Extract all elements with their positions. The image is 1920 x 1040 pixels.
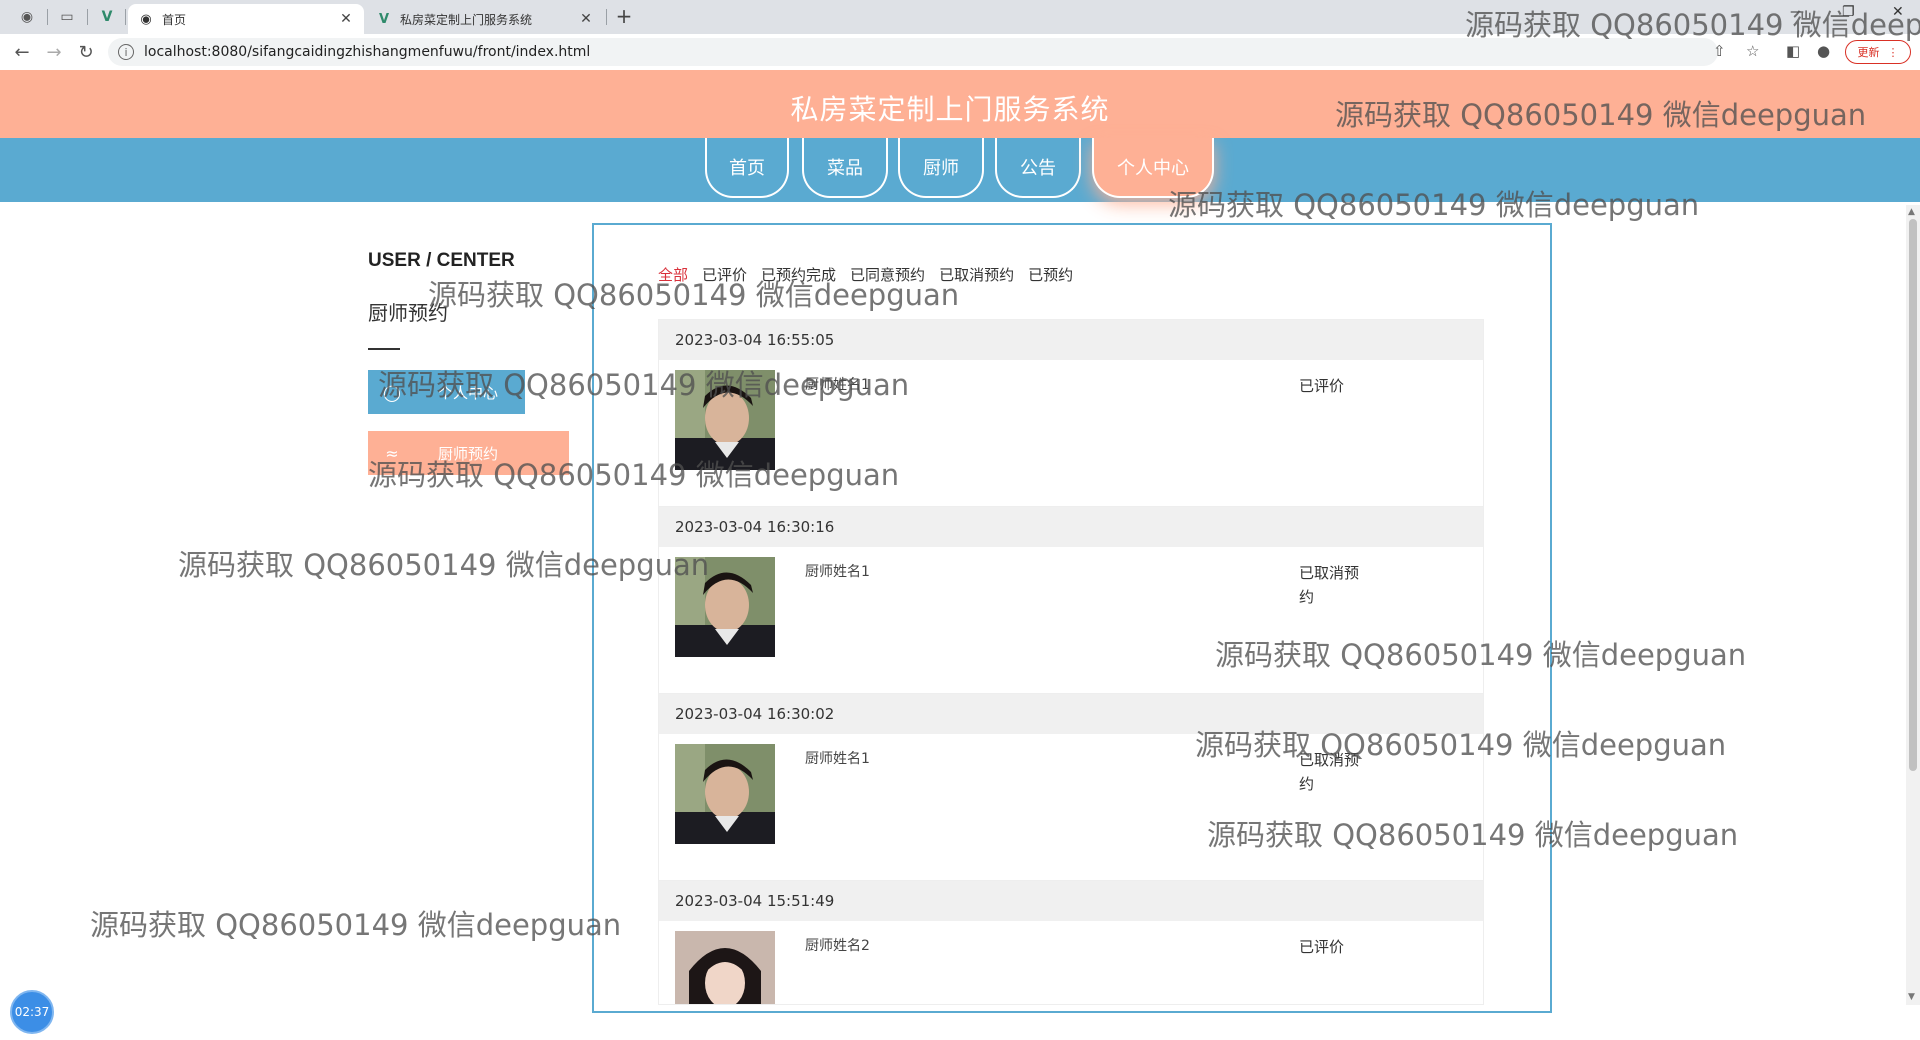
booking-time: 2023-03-04 15:51:49 [659, 881, 1483, 921]
scrollbar-thumb[interactable] [1909, 219, 1917, 771]
tab-system[interactable]: V 私房菜定制上门服务系统 ✕ [366, 4, 604, 34]
pinned-tab-icon[interactable]: ◉ [16, 6, 38, 28]
status-badge: 已取消预约 [1299, 564, 1360, 606]
booking-card[interactable]: 2023-03-04 15:51:49 厨师姓名2 已评价 [658, 880, 1484, 1005]
watermark-text: 源码获取 QQ86050149 微信deepguan [378, 368, 910, 402]
chef-photo [675, 931, 775, 1004]
chef-photo [675, 744, 775, 844]
status-badge: 已评价 [1299, 938, 1345, 956]
url-text[interactable]: localhost:8080/sifangcaidingzhishangmenf… [144, 44, 590, 60]
globe-icon: ◉ [140, 11, 152, 27]
recording-timer: 02:37 [10, 990, 54, 1034]
bookmark-star-icon[interactable]: ☆ [1746, 42, 1759, 60]
watermark-text: 源码获取 QQ86050149 微信deepguan [1195, 728, 1727, 762]
watermark-text: 源码获取 QQ86050149 微信deepguan [1168, 188, 1700, 222]
watermark-text: 源码获取 QQ86050149 微信deepguan [1215, 638, 1747, 672]
tab-title: 首页 [162, 12, 187, 27]
share-icon[interactable]: ⇧ [1713, 42, 1726, 60]
watermark-text: 源码获取 QQ86050149 微信deepguan [428, 278, 960, 312]
forward-icon[interactable]: → [42, 40, 66, 64]
nav-home[interactable]: 首页 [705, 138, 789, 198]
nav-chefs[interactable]: 厨师 [898, 138, 984, 198]
vue-logo-icon[interactable]: V [96, 6, 118, 28]
new-tab-button[interactable]: + [612, 6, 636, 28]
tab-title: 私房菜定制上门服务系统 [400, 12, 533, 27]
close-icon[interactable]: ✕ [338, 11, 354, 27]
chef-name: 厨师姓名1 [805, 564, 870, 580]
more-menu-icon: ⋮ [1887, 45, 1899, 59]
scroll-up-icon[interactable]: ▲ [1908, 207, 1915, 217]
watermark-text: 源码获取 QQ86050149 微信deepguan [1465, 8, 1920, 42]
divider [368, 348, 400, 350]
info-icon[interactable]: i [118, 44, 134, 60]
nav-dishes[interactable]: 菜品 [802, 138, 888, 198]
watermark-text: 源码获取 QQ86050149 微信deepguan [178, 548, 710, 582]
watermark-text: 源码获取 QQ86050149 微信deepguan [1335, 98, 1867, 132]
tab-separator [125, 9, 126, 25]
booking-time: 2023-03-04 16:55:05 [659, 320, 1483, 360]
reload-icon[interactable]: ↻ [74, 40, 98, 64]
scroll-down-icon[interactable]: ▼ [1908, 992, 1915, 1002]
user-center-heading: USER / CENTER [368, 250, 515, 271]
status-badge: 已评价 [1299, 377, 1345, 395]
watermark-text: 源码获取 QQ86050149 微信deepguan [368, 458, 900, 492]
tab-separator [87, 9, 88, 25]
page-scrollbar[interactable]: ▲ ▼ [1906, 205, 1920, 1005]
back-icon[interactable]: ← [10, 40, 34, 64]
nav-notices[interactable]: 公告 [995, 138, 1081, 198]
tab-separator [606, 9, 607, 25]
watermark-text: 源码获取 QQ86050149 微信deepguan [1207, 818, 1739, 852]
booking-time: 2023-03-04 16:30:16 [659, 507, 1483, 547]
chef-name: 厨师姓名2 [805, 938, 870, 954]
chef-name: 厨师姓名1 [805, 751, 870, 767]
sidebar-panel-icon[interactable]: ◧ [1786, 42, 1800, 60]
profile-avatar-icon[interactable]: ● [1817, 42, 1830, 60]
watermark-text: 源码获取 QQ86050149 微信deepguan [90, 908, 622, 942]
pinned-tab-icon[interactable]: ▭ [56, 6, 78, 28]
close-icon[interactable]: ✕ [578, 11, 594, 27]
tab-home[interactable]: ◉ 首页 ✕ [128, 4, 364, 34]
update-label: 更新 [1857, 46, 1880, 59]
vue-logo-icon: V [378, 11, 390, 27]
filter-booked[interactable]: 已预约 [1028, 264, 1073, 285]
tab-separator [47, 9, 48, 25]
